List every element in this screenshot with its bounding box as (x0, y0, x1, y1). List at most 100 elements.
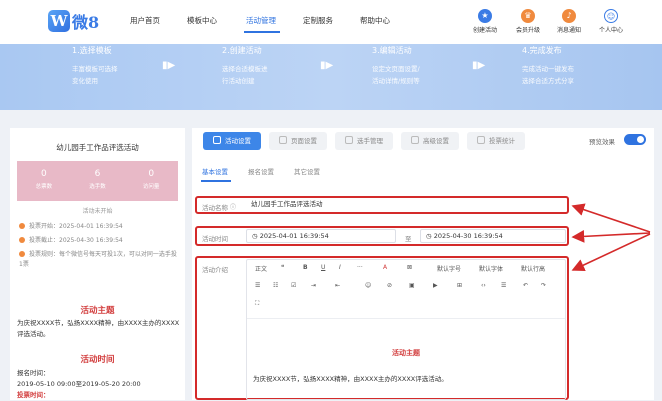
font-family-select[interactable]: 默认字体 (479, 264, 503, 273)
step-arrow-icon: ▮▶ (162, 60, 176, 71)
subtab-other-settings[interactable]: 其它设置 (294, 166, 320, 176)
subtab-basic-settings[interactable]: 基本设置 (202, 166, 228, 176)
clock-icon: ◷ (426, 232, 434, 240)
bullet-dot-icon (19, 237, 25, 243)
redo-icon[interactable]: ↷ (541, 282, 546, 289)
image-icon[interactable]: ▣ (409, 282, 415, 289)
tab-vote-statistics[interactable]: 投票统计 (467, 132, 525, 150)
quote-icon[interactable]: ❝ (281, 264, 284, 271)
step-desc: 设定文页面设置/ (372, 65, 420, 73)
step-arrow-icon: ▮▶ (320, 60, 334, 71)
advanced-icon (411, 136, 419, 144)
nav-template-center[interactable]: 模板中心 (187, 15, 217, 26)
emoji-icon[interactable]: ☺ (365, 282, 371, 289)
bold-icon[interactable]: B (303, 264, 308, 271)
nav-custom-service[interactable]: 定制服务 (303, 15, 333, 26)
tab-label: 投票统计 (489, 137, 515, 145)
logo[interactable]: W 微8 (48, 9, 99, 33)
tab-label: 活动设置 (225, 137, 251, 145)
nav-user-home[interactable]: 用户首页 (130, 15, 160, 26)
line-height-select[interactable]: 默认行高 (521, 264, 545, 273)
article-heading-time: 活动时间 (80, 355, 115, 365)
fullscreen-icon[interactable]: ⛶ (255, 300, 259, 308)
table-icon[interactable]: ⊞ (457, 282, 462, 289)
step-title: 2.创建活动 (222, 46, 262, 55)
bell-icon: ♪ (562, 9, 576, 23)
link-icon[interactable]: ⊘ (387, 282, 392, 289)
nav-activity-management[interactable]: 活动管理 (246, 15, 276, 26)
divider-icon[interactable]: ☰ (501, 282, 506, 289)
settings-panel: 活动设置 页面设置 选手管理 高级设置 投票统计 预览效果 基本设置 报名设置 … (192, 128, 654, 400)
preview-activity-title: 幼儿园手工作品评选活动 (56, 143, 139, 152)
activity-name-input[interactable]: 幼儿园手工作品评选活动 (246, 198, 566, 212)
tab-page-settings[interactable]: 页面设置 (269, 132, 327, 150)
step-desc: 选择合适方式分享 (522, 77, 574, 85)
crown-icon: ♛ (521, 9, 535, 23)
stat-label: 选手数 (89, 184, 106, 190)
step-4: 4.完成发布 完成活动一键发布 选择合适方式分享 (522, 45, 574, 87)
numbered-list-icon[interactable]: ☷ (273, 282, 278, 289)
tab-contestant-management[interactable]: 选手管理 (335, 132, 393, 150)
help-icon[interactable]: ⓘ (230, 202, 236, 211)
indent-icon[interactable]: ⇥ (311, 282, 316, 289)
personal-center-button[interactable]: ☺ 个人中心 (591, 9, 631, 34)
start-time-input[interactable]: ◷ 2025-04-01 16:39:54 (246, 229, 396, 243)
logo-text: 微8 (72, 13, 100, 32)
step-title: 3.编辑活动 (372, 46, 412, 55)
name-label: 活动名称 (202, 204, 228, 212)
member-upgrade-label: 会员升级 (515, 27, 540, 34)
outdent-icon[interactable]: ⇤ (335, 282, 340, 289)
vote-end-text: 投票截止：2025-04-30 16:39:54 (29, 237, 123, 244)
paragraph-style-select[interactable]: 正文 (255, 264, 267, 273)
editor-heading: 活动主题 (392, 349, 420, 357)
user-icon (345, 136, 353, 144)
video-icon[interactable]: ▶ (433, 282, 438, 289)
stat-label: 访问量 (142, 184, 160, 190)
subtab-active-underline (201, 180, 231, 182)
member-upgrade-button[interactable]: ♛ 会员升级 (508, 9, 548, 34)
editor-paragraph: 为庆祝XXXX节，弘扬XXXX精神，由XXXX主办的XXXX评选活动。 (253, 375, 448, 383)
article-heading-theme: 活动主题 (80, 306, 115, 316)
start-time-value: 2025-04-01 16:39:54 (259, 232, 329, 240)
stat-visits: 0 访问量 (124, 161, 178, 201)
clock-icon: ◷ (252, 232, 260, 240)
undo-icon[interactable]: ↶ (523, 282, 528, 289)
preview-toggle[interactable] (624, 134, 646, 145)
todo-icon[interactable]: ☑ (291, 282, 296, 289)
user-icon: ☺ (604, 9, 618, 23)
stat-value: 0 (148, 169, 155, 179)
underline-icon[interactable]: U (321, 264, 325, 271)
background-color-icon[interactable]: ⊠ (407, 264, 412, 271)
vote-start-text: 投票开始：2025-04-01 16:39:54 (29, 223, 123, 230)
rich-text-editor[interactable]: 正文 ❝ B U I ··· A ⊠ 默认字号 默认字体 默认行高 ☰ ☷ ☑ … (246, 259, 566, 400)
tab-label: 高级设置 (423, 137, 449, 145)
steps-banner: 1.选择模板 丰富模板可选择 变化使用 ▮▶ 2.创建活动 选择合适模板进 行活动创建 … (0, 44, 662, 110)
step-desc: 活动详情/规则等 (372, 77, 420, 85)
subtab-signup-settings[interactable]: 报名设置 (248, 166, 274, 176)
vote-rule-info: 投票规则：每个微信号每天可投1次，可以对同一选手投1票 (19, 250, 179, 270)
stat-total-votes: 0 总票数 (17, 161, 71, 201)
font-size-select[interactable]: 默认字号 (437, 264, 461, 273)
nav-help-center[interactable]: 帮助中心 (360, 15, 390, 26)
font-color-icon[interactable]: A (383, 264, 387, 271)
stat-contestants: 6 选手数 (71, 161, 125, 201)
more-icon[interactable]: ··· (357, 264, 363, 271)
step-title: 1.选择模板 (72, 46, 112, 55)
code-icon[interactable]: ‹› (481, 282, 486, 289)
vote-end-info: 投票截止：2025-04-30 16:39:54 (19, 236, 179, 246)
time-label: 活动时间 (202, 235, 228, 243)
tab-advanced-settings[interactable]: 高级设置 (401, 132, 459, 150)
bullet-list-icon[interactable]: ☰ (255, 282, 260, 289)
time-separator: 至 (405, 235, 412, 243)
editor-content[interactable]: 活动主题 为庆祝XXXX节，弘扬XXXX精神，由XXXX主办的XXXX评选活动。 (247, 318, 565, 401)
step-title: 4.完成发布 (522, 46, 562, 55)
top-header: W 微8 用户首页 模板中心 活动管理 定制服务 帮助中心 ★ 创建活动 ♛ 会员升… (0, 0, 662, 44)
notifications-button[interactable]: ♪ 消息通知 (549, 9, 589, 34)
step-desc: 变化使用 (72, 77, 98, 85)
stats-panel: 0 总票数 6 选手数 0 访问量 (17, 161, 178, 201)
italic-icon[interactable]: I (339, 264, 341, 271)
tab-activity-settings[interactable]: 活动设置 (203, 132, 261, 150)
end-time-input[interactable]: ◷ 2025-04-30 16:39:54 (420, 229, 566, 243)
article-theme-text: 为庆祝XXXX节，弘扬XXXX精神，由XXXX主办的XXXX评选活动。 (17, 319, 180, 338)
create-activity-button[interactable]: ★ 创建活动 (465, 9, 505, 34)
